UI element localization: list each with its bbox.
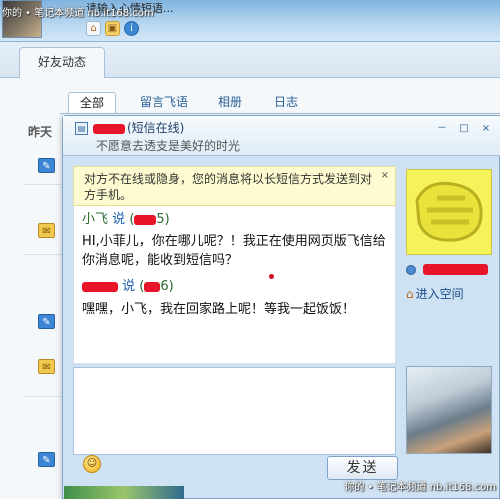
sub-tabs-divider [60, 113, 500, 114]
bag-icon[interactable]: ▣ [105, 21, 120, 36]
message-text: 嘿嘿，小飞，我在回家路上呢！等我一起饭饭！ [82, 302, 356, 317]
message-sender: 小飞 [82, 212, 109, 227]
tab-friend-updates[interactable]: 好友动态 [19, 47, 105, 78]
subtab-albums[interactable]: 相册 [212, 92, 248, 114]
subtab-blogs[interactable]: 日志 [268, 92, 304, 114]
message-input[interactable] [73, 367, 396, 455]
background-thumbnail [64, 486, 184, 499]
message-says: 说 [122, 279, 136, 294]
message-time: 5) [156, 212, 170, 227]
contact-card-icon: ▤ [75, 122, 88, 135]
main-tab-strip: 好友动态 [0, 42, 500, 78]
message-header: 说 (6) [82, 279, 174, 295]
chat-bubble-icon[interactable]: ✎ [38, 452, 55, 467]
minimize-icon[interactable]: － [435, 122, 449, 136]
online-status-icon [406, 265, 416, 275]
avatar-scribble [407, 170, 491, 254]
top-bar: 请输入心情短语... ⌂ ▣ i 你的 • 笔记本频道 nb.it168.com [0, 0, 500, 42]
offline-notice: 对方不在线或隐身，您的消息将以长短信方式发送到对方手机。 × [73, 166, 396, 206]
top-icon-row: ⌂ ▣ i [86, 21, 139, 36]
enter-space-link[interactable]: ⌂ 进入空间 [406, 286, 464, 302]
contact-name-redacted [93, 124, 125, 134]
chat-bubble-icon[interactable]: ✎ [38, 158, 55, 173]
watermark-bottom: 你的 • 笔记本频道 nb.it168.com [344, 482, 496, 493]
message-history: 小飞 说 (5) HI,小菲儿，你在哪儿呢？！我正在使用网页版飞信给你消息呢，能… [73, 206, 396, 363]
message-says: 说 [112, 212, 126, 227]
info-icon[interactable]: i [124, 21, 139, 36]
message-time: 6) [160, 279, 174, 294]
chat-window: ▤ (短信在线) 不愿意去透支是美好的时光 － □ × 对方不在线或隐身，您的消… [62, 115, 500, 499]
emoticon-icon[interactable]: ☺ [83, 455, 101, 473]
enter-space-label: 进入空间 [415, 287, 464, 301]
maximize-icon[interactable]: □ [457, 122, 471, 136]
my-photo[interactable] [406, 366, 492, 454]
red-marker [269, 274, 274, 279]
message-text: HI,小菲儿，你在哪儿呢？！我正在使用网页版飞信给你消息呢，能收到短信吗？ [82, 234, 386, 268]
offline-notice-text: 对方不在线或隐身，您的消息将以长短信方式发送到对方手机。 [84, 172, 373, 202]
message-time-redacted [144, 281, 161, 292]
send-button[interactable]: 发送 [327, 456, 398, 480]
subtab-messages[interactable]: 留言飞语 [132, 92, 196, 114]
notice-close-icon[interactable]: × [381, 170, 389, 182]
feed-divider [24, 254, 64, 255]
note-icon[interactable]: ✉ [38, 223, 55, 238]
message-sender-redacted [82, 281, 118, 292]
subtab-all[interactable]: 全部 [68, 92, 116, 114]
message-time-redacted [134, 214, 157, 225]
home-icon: ⌂ [406, 287, 414, 301]
close-icon[interactable]: × [479, 122, 493, 136]
day-label: 昨天 [28, 125, 53, 139]
watermark-top: 你的 • 笔记本频道 nb.it168.com [2, 8, 154, 19]
contact-nickname-redacted [423, 264, 488, 275]
contact-avatar[interactable] [406, 169, 492, 255]
chat-bubble-icon[interactable]: ✎ [38, 314, 55, 329]
contact-status: (短信在线) [127, 121, 185, 135]
home-icon[interactable]: ⌂ [86, 21, 101, 36]
feed-divider [24, 396, 64, 397]
message-header: 小飞 说 (5) [82, 212, 170, 228]
contact-signature: 不愿意去透支是美好的时光 [96, 139, 241, 153]
note-icon[interactable]: ✉ [38, 359, 55, 374]
chat-title-bar[interactable]: ▤ (短信在线) 不愿意去透支是美好的时光 － □ × [63, 116, 500, 156]
feed-divider [24, 184, 64, 185]
